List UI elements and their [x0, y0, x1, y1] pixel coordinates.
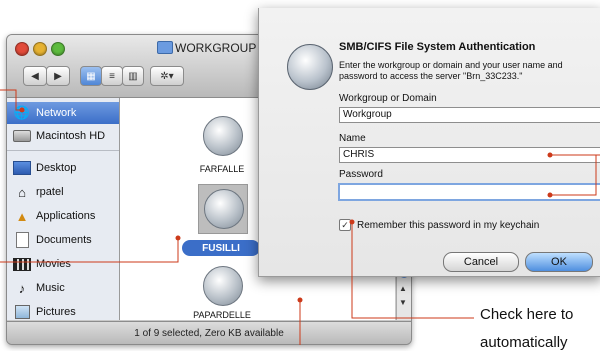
callout-dot — [547, 152, 553, 158]
callout-lines — [0, 89, 600, 345]
callout-line-network — [0, 89, 22, 111]
callout-line-password — [550, 155, 597, 196]
callout-dot — [297, 297, 303, 303]
callout-line-fusilli — [0, 238, 179, 263]
callout-line-checkbox — [351, 222, 474, 319]
callout-dot — [175, 235, 181, 241]
callout-dot — [19, 107, 25, 113]
callout-dot — [349, 219, 355, 225]
callout-text-line-2: automatically — [480, 334, 568, 351]
callout-text-line-1: Check here to — [480, 306, 574, 323]
callout-dot — [547, 192, 553, 198]
